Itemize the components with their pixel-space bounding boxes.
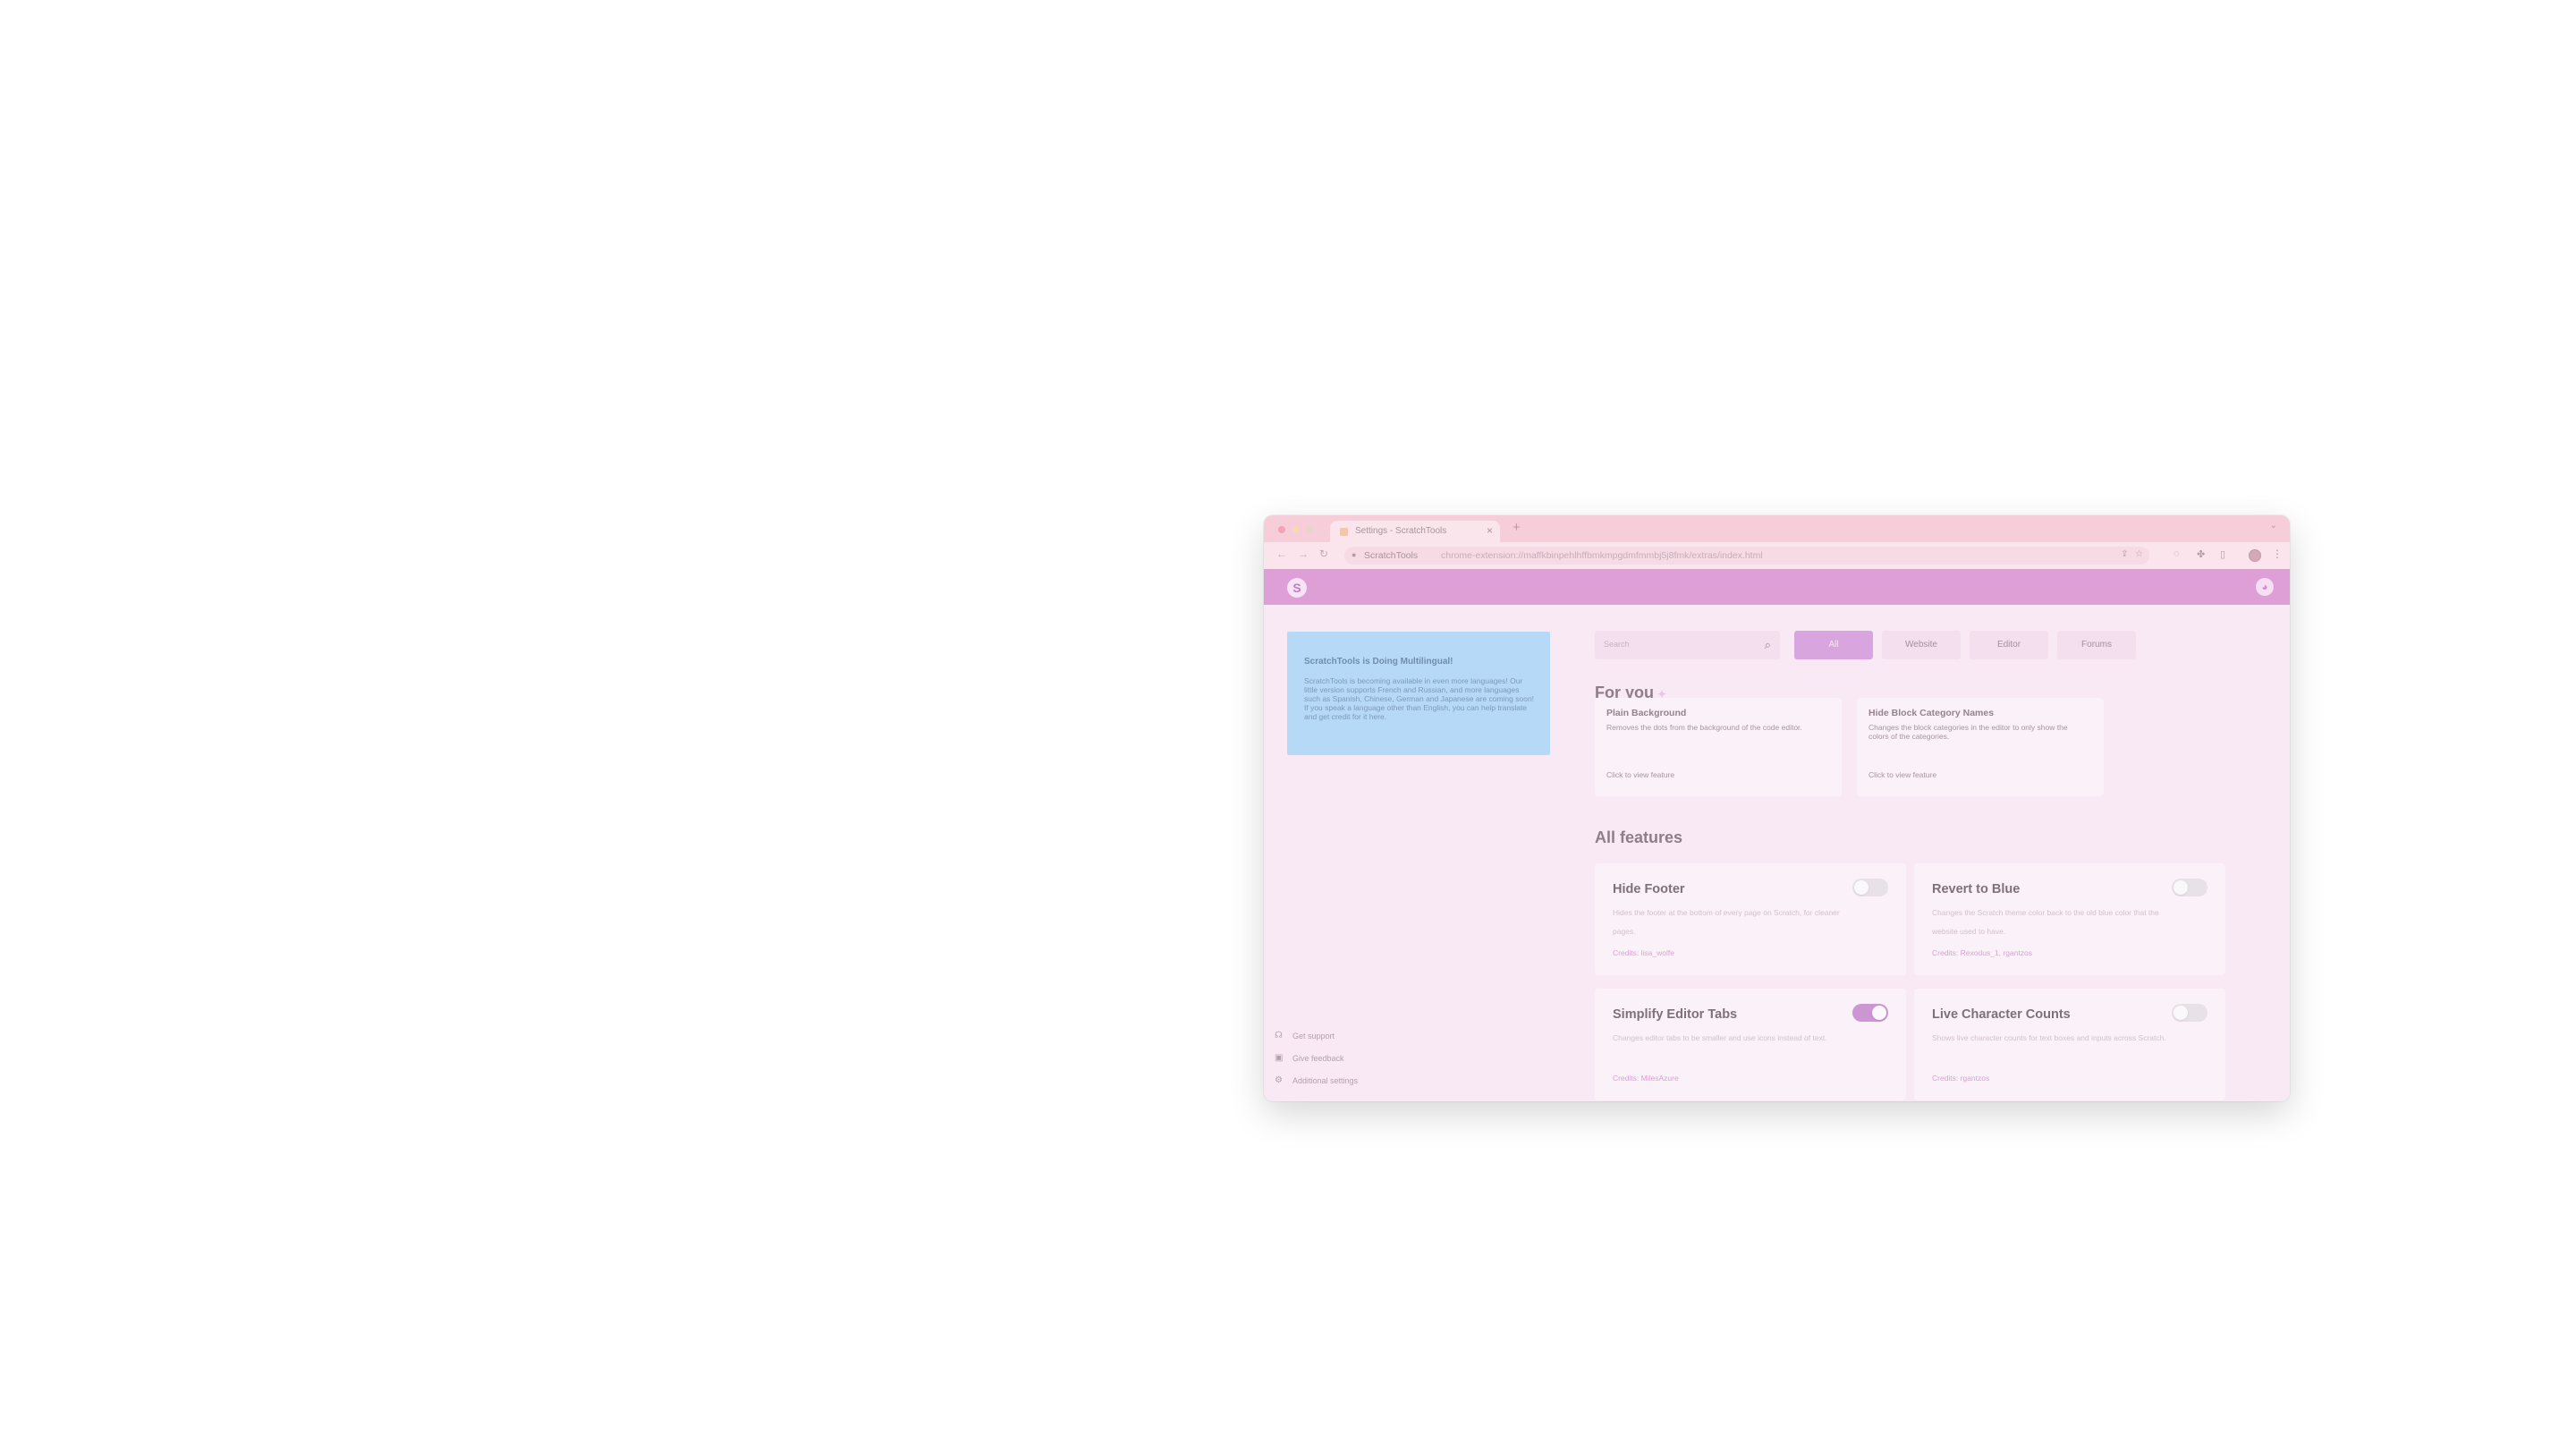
feature-description: Changes editor tabs to be smaller and us…	[1613, 1033, 1827, 1042]
feature-toggle[interactable]	[2172, 879, 2207, 896]
filter-website[interactable]: Website	[1882, 631, 1961, 659]
share-icon[interactable]: ⇪	[2121, 549, 2128, 559]
feature-credits[interactable]: Credits: MilesAzure	[1613, 1074, 1679, 1083]
feature-title: Revert to Blue	[1932, 882, 2021, 896]
profile-avatar[interactable]	[2249, 549, 2261, 562]
toggle-knob	[2174, 880, 2188, 895]
view-feature-link[interactable]: Click to view feature	[1868, 770, 1936, 779]
search-input[interactable]: Search ⌕	[1595, 631, 1780, 659]
bookmark-star-icon[interactable]: ☆	[2135, 549, 2143, 559]
feedback-icon: ▣	[1275, 1053, 1284, 1063]
tab-close-icon[interactable]: ×	[1487, 524, 1493, 537]
sidebar-item-label: Get support	[1292, 1032, 1335, 1041]
feature-title: Hide Footer	[1613, 882, 1685, 896]
settings-content: ScratchTools is Doing Multilingual! Scra…	[1264, 605, 2290, 1101]
feature-credits[interactable]: Credits: rgantzos	[1932, 1074, 1989, 1083]
toggle-knob	[2174, 1006, 2188, 1020]
tab-strip: Settings - ScratchTools × + ⌄	[1264, 515, 2290, 542]
feature-card-revert-to-blue: Revert to Blue Changes the Scratch theme…	[1914, 863, 2225, 975]
sidebar-item-label: Additional settings	[1292, 1076, 1359, 1085]
feature-description: Changes the Scratch theme color back to …	[1932, 908, 2159, 936]
extensions-puzzle-icon[interactable]: ✤	[2197, 548, 2205, 560]
settings-icon: ⚙	[1275, 1075, 1283, 1085]
banner-title: ScratchTools is Doing Multilingual!	[1304, 657, 1453, 667]
support-icon: ☊	[1275, 1031, 1283, 1041]
card-title: Plain Background	[1606, 708, 1687, 718]
forward-arrow-icon[interactable]: →	[1298, 548, 1309, 560]
browser-menu-icon[interactable]: ⋮	[2272, 548, 2283, 560]
feature-title: Live Character Counts	[1932, 1007, 2071, 1022]
back-arrow-icon[interactable]: ←	[1276, 548, 1287, 560]
lock-icon: ●	[1352, 550, 1357, 559]
feature-description: Hides the footer at the bottom of every …	[1613, 908, 1840, 936]
tab-search-chevron-icon[interactable]: ⌄	[2270, 521, 2277, 531]
palette-icon[interactable]: ◕	[2256, 578, 2274, 596]
for-you-card[interactable]: Plain Background Removes the dots from t…	[1595, 698, 1842, 796]
maximize-window-button[interactable]	[1307, 526, 1314, 533]
toggle-knob	[1854, 880, 1868, 895]
search-placeholder: Search	[1604, 640, 1630, 649]
extension-icon[interactable]: ◌	[2174, 548, 2180, 559]
feature-card-live-character-counts: Live Character Counts Shows live charact…	[1914, 989, 2225, 1100]
tab-title: Settings - ScratchTools	[1355, 526, 1447, 536]
filter-editor[interactable]: Editor	[1970, 631, 2048, 659]
minimize-window-button[interactable]	[1292, 526, 1300, 533]
address-bar[interactable]: ● ScratchTools chrome-extension://maffkb…	[1344, 547, 2149, 565]
search-icon[interactable]: ⌕	[1765, 638, 1771, 652]
card-description: Removes the dots from the background of …	[1606, 723, 1802, 732]
browser-toolbar: ← → ↻ ● ScratchTools chrome-extension://…	[1264, 542, 2290, 569]
feature-toggle[interactable]	[1852, 879, 1888, 896]
feature-toggle[interactable]	[2172, 1004, 2207, 1022]
url-path: chrome-extension://maffkbinpehlhffbmkmpg…	[1441, 550, 1763, 561]
feature-credits[interactable]: Credits: Rexodus_1, rgantzos	[1932, 948, 2032, 957]
toggle-knob	[1872, 1006, 1886, 1020]
multilingual-banner: ScratchTools is Doing Multilingual! Scra…	[1287, 632, 1550, 755]
close-window-button[interactable]	[1278, 526, 1285, 533]
new-tab-button[interactable]: +	[1513, 520, 1521, 535]
browser-tab-settings[interactable]: Settings - ScratchTools ×	[1330, 521, 1500, 542]
all-features-heading: All features	[1595, 828, 1683, 846]
for-you-card[interactable]: Hide Block Category Names Changes the bl…	[1857, 698, 2104, 796]
filter-all[interactable]: All	[1794, 631, 1873, 659]
feature-card-hide-footer: Hide Footer Hides the footer at the bott…	[1595, 863, 1906, 975]
feature-toggle[interactable]	[1852, 1004, 1888, 1022]
feature-credits[interactable]: Credits: lisa_wolfe	[1613, 948, 1674, 957]
feature-description: Shows live character counts for text box…	[1932, 1033, 2166, 1042]
scratchtools-logo-icon: S	[1287, 578, 1307, 598]
favicon-icon	[1340, 528, 1348, 536]
side-panel-icon[interactable]: ▯	[2220, 548, 2225, 560]
feature-card-simplify-editor-tabs: Simplify Editor Tabs Changes editor tabs…	[1595, 989, 1906, 1100]
card-title: Hide Block Category Names	[1868, 708, 1995, 718]
browser-window: Settings - ScratchTools × + ⌄ ← → ↻ ● Sc…	[1264, 515, 2290, 1101]
sidebar-item-label: Give feedback	[1292, 1054, 1344, 1063]
reload-icon[interactable]: ↻	[1319, 548, 1328, 560]
app-header: S ◕	[1264, 569, 2290, 605]
feature-title: Simplify Editor Tabs	[1613, 1007, 1738, 1022]
banner-body: ScratchTools is becoming available in ev…	[1304, 676, 1535, 721]
filter-forums[interactable]: Forums	[2057, 631, 2136, 659]
card-description: Changes the block categories in the edit…	[1868, 723, 2068, 741]
view-feature-link[interactable]: Click to view feature	[1606, 770, 1674, 779]
url-host: ScratchTools	[1364, 550, 1419, 561]
